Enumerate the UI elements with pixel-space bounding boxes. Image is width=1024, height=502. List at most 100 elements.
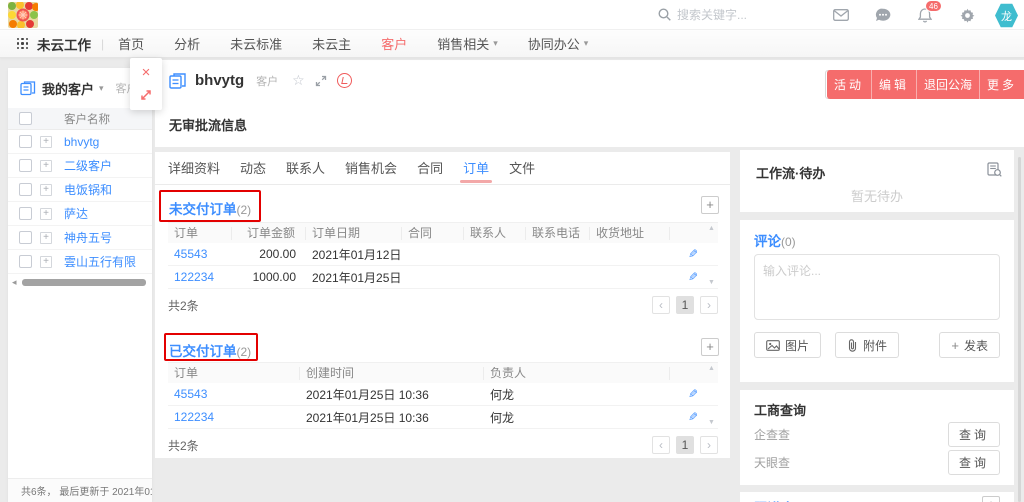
red-seal-icon[interactable] xyxy=(337,73,352,88)
more-button[interactable]: 更多 xyxy=(979,70,1024,99)
edit-pencil-icon[interactable]: ✎ xyxy=(688,410,698,424)
row-checkbox[interactable] xyxy=(19,183,32,196)
total-count: 共2条 xyxy=(168,437,199,454)
expand-plus-icon[interactable]: + xyxy=(40,256,52,268)
return-to-pool-button[interactable]: 退回公海 xyxy=(916,70,979,99)
add-delivered-order-button[interactable]: + xyxy=(701,338,719,356)
lookup-query-button[interactable]: 查询 xyxy=(948,422,1000,447)
tab-files[interactable]: 文件 xyxy=(509,152,535,185)
add-undelivered-order-button[interactable]: + xyxy=(701,196,719,214)
tab-contacts[interactable]: 联系人 xyxy=(286,152,325,185)
expand-diagonal-icon[interactable] xyxy=(139,88,153,102)
notification-bell-icon[interactable]: 46 xyxy=(916,6,934,24)
image-button[interactable]: 图片 xyxy=(754,332,821,358)
attachment-button[interactable]: 附件 xyxy=(835,332,899,358)
star-icon[interactable]: ☆ xyxy=(292,72,305,89)
tab-detail-info[interactable]: 详细资料 xyxy=(168,152,220,185)
row-checkbox[interactable] xyxy=(19,207,32,220)
add-button[interactable]: + xyxy=(982,496,1000,502)
scroll-left-icon[interactable]: ◂ xyxy=(12,277,17,288)
nav-item-customer[interactable]: 客户 xyxy=(381,34,407,53)
apps-grid-icon[interactable] xyxy=(17,38,28,49)
customer-row[interactable]: + 神舟五号 xyxy=(8,226,152,250)
scroll-up-icon[interactable]: ▲ xyxy=(708,365,715,372)
customer-row[interactable]: + 萨达 xyxy=(8,202,152,226)
customer-row[interactable]: + 二级客户 xyxy=(8,154,152,178)
row-checkbox[interactable] xyxy=(19,231,32,244)
horizontal-scrollbar[interactable]: ◂ xyxy=(8,278,152,288)
close-icon[interactable]: × xyxy=(142,66,151,80)
table-scrollbar[interactable]: ▲ xyxy=(706,223,718,243)
prev-page-icon[interactable]: ‹ xyxy=(652,436,670,454)
expand-plus-icon[interactable]: + xyxy=(40,208,52,220)
customer-row[interactable]: + bhvytg xyxy=(8,130,152,154)
table-row: 122234 1000.00 2021年01月25日 ✎ ▼ xyxy=(168,266,718,289)
expand-plus-icon[interactable]: + xyxy=(40,232,52,244)
detail-header: bhvytg 客户 ☆ 无审批流信息 返回 活动 编辑 退回公海 更多 xyxy=(155,60,1024,147)
order-link[interactable]: 45543 xyxy=(168,387,300,401)
row-checkbox[interactable] xyxy=(19,255,32,268)
app-name[interactable]: 未云工作 xyxy=(37,34,91,54)
chevron-down-icon[interactable]: ▾ xyxy=(99,83,104,94)
nav-item-collaboration[interactable]: 协同办公▾ xyxy=(528,34,589,53)
expand-plus-icon[interactable]: + xyxy=(40,184,52,196)
prev-page-icon[interactable]: ‹ xyxy=(652,296,670,314)
app-logo[interactable] xyxy=(8,2,38,28)
customer-row[interactable]: + 电饭锅和 xyxy=(8,178,152,202)
edit-pencil-icon[interactable]: ✎ xyxy=(688,270,698,284)
lookup-query-button[interactable]: 查询 xyxy=(948,450,1000,475)
edit-pencil-icon[interactable]: ✎ xyxy=(688,387,698,401)
customer-name-link[interactable]: 萨达 xyxy=(64,205,152,222)
customer-name-link[interactable]: 神舟五号 xyxy=(64,229,152,246)
edit-button[interactable]: 编辑 xyxy=(871,70,916,99)
post-comment-button[interactable]: + 发表 xyxy=(939,332,1000,358)
scrollbar-thumb[interactable] xyxy=(22,279,146,286)
sidebar-title[interactable]: 我的客户 xyxy=(42,79,94,98)
customer-row[interactable]: + 雲山五行有限 xyxy=(8,250,152,274)
user-avatar[interactable]: 龙 xyxy=(995,3,1018,28)
scroll-down-icon[interactable]: ▼ xyxy=(708,419,715,426)
floating-tool-panel: × xyxy=(130,58,162,110)
select-all-checkbox[interactable] xyxy=(19,112,32,125)
workflow-search-icon[interactable] xyxy=(987,162,1002,182)
customer-name-link[interactable]: 雲山五行有限 xyxy=(64,253,152,270)
row-checkbox[interactable] xyxy=(19,159,32,172)
mail-icon[interactable] xyxy=(832,6,850,24)
customer-name-link[interactable]: 电饭锅和 xyxy=(64,181,152,198)
scroll-down-icon[interactable]: ▼ xyxy=(708,279,715,286)
edit-pencil-icon[interactable]: ✎ xyxy=(688,247,698,261)
settings-gear-icon[interactable] xyxy=(958,6,976,24)
global-search[interactable]: 搜索关键字... xyxy=(658,6,747,23)
tab-opportunities[interactable]: 销售机会 xyxy=(345,152,397,185)
order-link[interactable]: 45543 xyxy=(168,247,232,261)
next-page-icon[interactable]: › xyxy=(700,296,718,314)
table-scrollbar[interactable]: ▼ xyxy=(706,266,718,288)
fullscreen-icon[interactable] xyxy=(315,75,327,87)
nav-item-standard[interactable]: 未云标准 xyxy=(230,34,282,53)
tab-orders[interactable]: 订单 xyxy=(463,152,489,185)
page-scrollbar[interactable] xyxy=(1018,157,1021,502)
order-link[interactable]: 122234 xyxy=(168,410,300,424)
customer-name-link[interactable]: bhvytg xyxy=(64,135,152,149)
table-scrollbar[interactable]: ▼ xyxy=(706,406,718,428)
scroll-up-icon[interactable]: ▲ xyxy=(708,225,715,232)
search-icon xyxy=(658,8,671,21)
nav-item-main[interactable]: 未云主 xyxy=(312,34,351,53)
next-page-icon[interactable]: › xyxy=(700,436,718,454)
customer-name-link[interactable]: 二级客户 xyxy=(64,157,152,174)
nav-item-home[interactable]: 首页 xyxy=(118,34,144,53)
expand-plus-icon[interactable]: + xyxy=(40,160,52,172)
nav-item-analysis[interactable]: 分析 xyxy=(174,34,200,53)
activity-button[interactable]: 活动 xyxy=(827,70,871,99)
current-page[interactable]: 1 xyxy=(676,436,694,454)
nav-item-sales[interactable]: 销售相关▾ xyxy=(437,34,498,53)
row-checkbox[interactable] xyxy=(19,135,32,148)
tab-contracts[interactable]: 合同 xyxy=(417,152,443,185)
tab-activity[interactable]: 动态 xyxy=(240,152,266,185)
current-page[interactable]: 1 xyxy=(676,296,694,314)
comment-input[interactable] xyxy=(754,254,1000,320)
expand-plus-icon[interactable]: + xyxy=(40,136,52,148)
table-scrollbar[interactable]: ▲ xyxy=(706,363,718,383)
chat-icon[interactable] xyxy=(874,6,892,24)
order-link[interactable]: 122234 xyxy=(168,270,232,284)
